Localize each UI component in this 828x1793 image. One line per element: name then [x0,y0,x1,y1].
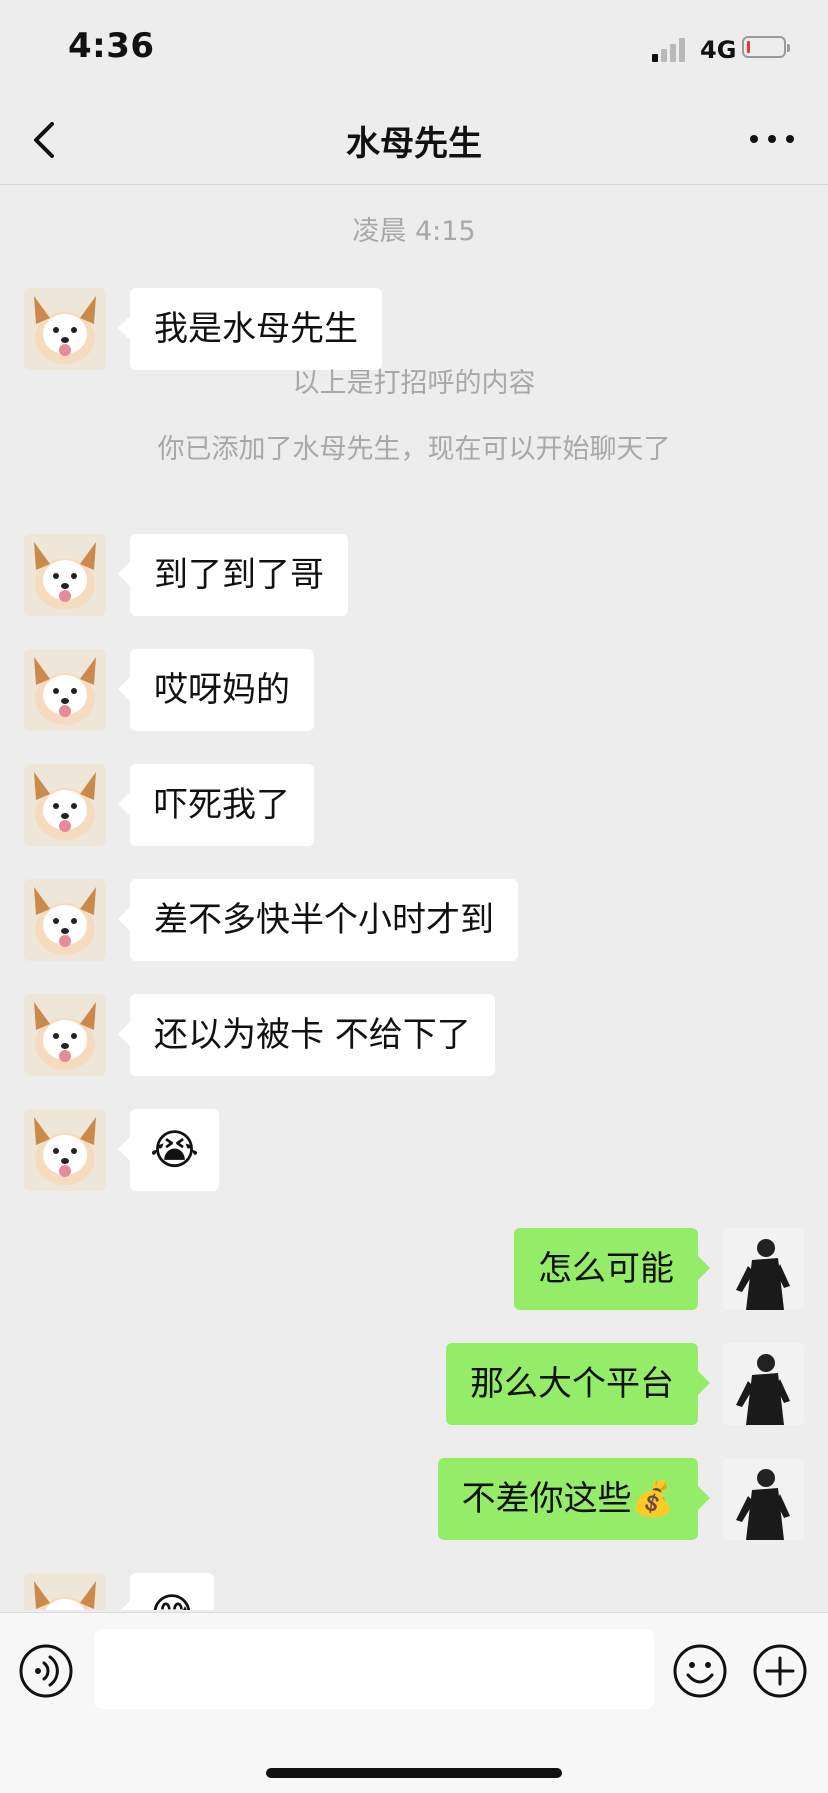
message-bubble[interactable]: 不差你这些💰 [437,1458,711,1540]
message-bubble[interactable]: 到了到了哥 [118,534,348,616]
message-bubble[interactable]: 我是水母先生 [118,288,382,370]
message-incoming: 到了到了哥 [0,534,828,618]
contact-avatar[interactable] [24,994,106,1076]
message-outgoing: 怎么可能 [0,1228,828,1312]
message-incoming: 吓死我了 [0,764,828,848]
contact-avatar[interactable] [24,1573,106,1610]
message-incoming: 我是水母先生 [0,288,828,372]
more-dots-icon[interactable] [746,124,798,154]
status-bar: 4:36 4G [0,0,828,96]
system-note-added: 你已添加了水母先生，现在可以开始聊天了 [157,434,671,465]
battery-level [747,41,750,53]
message-bubble[interactable]: 怎么可能 [514,1228,710,1310]
message-incoming: 😅 [0,1573,828,1610]
message-bubble-emoji[interactable]: 😭 [117,1109,220,1191]
battery-icon [742,36,790,58]
user-avatar[interactable] [722,1343,804,1425]
chat-area[interactable]: 凌晨 4:15 我是水母先生 以上是打招呼的内容 你已添加了水母先生，现在可以开… [0,185,828,1610]
user-avatar[interactable] [722,1228,804,1310]
network-type: 4G [700,36,737,64]
message-outgoing: 那么大个平台 [0,1343,828,1427]
emoji-smile-icon[interactable] [672,1643,728,1699]
signal-icon [652,38,692,62]
contact-avatar[interactable] [24,1109,106,1191]
contact-avatar[interactable] [24,288,106,370]
contact-avatar[interactable] [24,649,106,731]
nav-bar: 水母先生 [0,96,828,185]
message-bubble[interactable]: 吓死我了 [118,764,314,846]
message-input[interactable] [94,1629,654,1709]
system-note-greeting: 以上是打招呼的内容 [292,368,536,399]
message-incoming: 差不多快半个小时才到 [0,879,828,963]
message-bubble[interactable]: 那么大个平台 [446,1343,710,1425]
contact-avatar[interactable] [24,764,106,846]
message-bubble[interactable]: 差不多快半个小时才到 [118,879,518,961]
message-incoming: 😭 [0,1109,828,1193]
contact-avatar[interactable] [24,534,106,616]
message-incoming: 还以为被卡 不给下了 [0,994,828,1078]
user-avatar[interactable] [722,1458,804,1540]
input-bar [0,1612,828,1793]
message-bubble[interactable]: 还以为被卡 不给下了 [118,994,495,1076]
voice-icon[interactable] [18,1643,74,1699]
status-time: 4:36 [68,26,155,66]
message-bubble-emoji[interactable]: 😅 [118,1573,214,1610]
message-bubble[interactable]: 哎呀妈的 [118,649,314,731]
plus-icon[interactable] [752,1643,808,1699]
message-incoming: 哎呀妈的 [0,649,828,733]
timestamp-label: 凌晨 4:15 [352,216,476,247]
contact-avatar[interactable] [24,879,106,961]
home-indicator[interactable] [266,1768,562,1778]
message-outgoing: 不差你这些💰 [0,1458,828,1542]
chat-title: 水母先生 [346,124,482,164]
